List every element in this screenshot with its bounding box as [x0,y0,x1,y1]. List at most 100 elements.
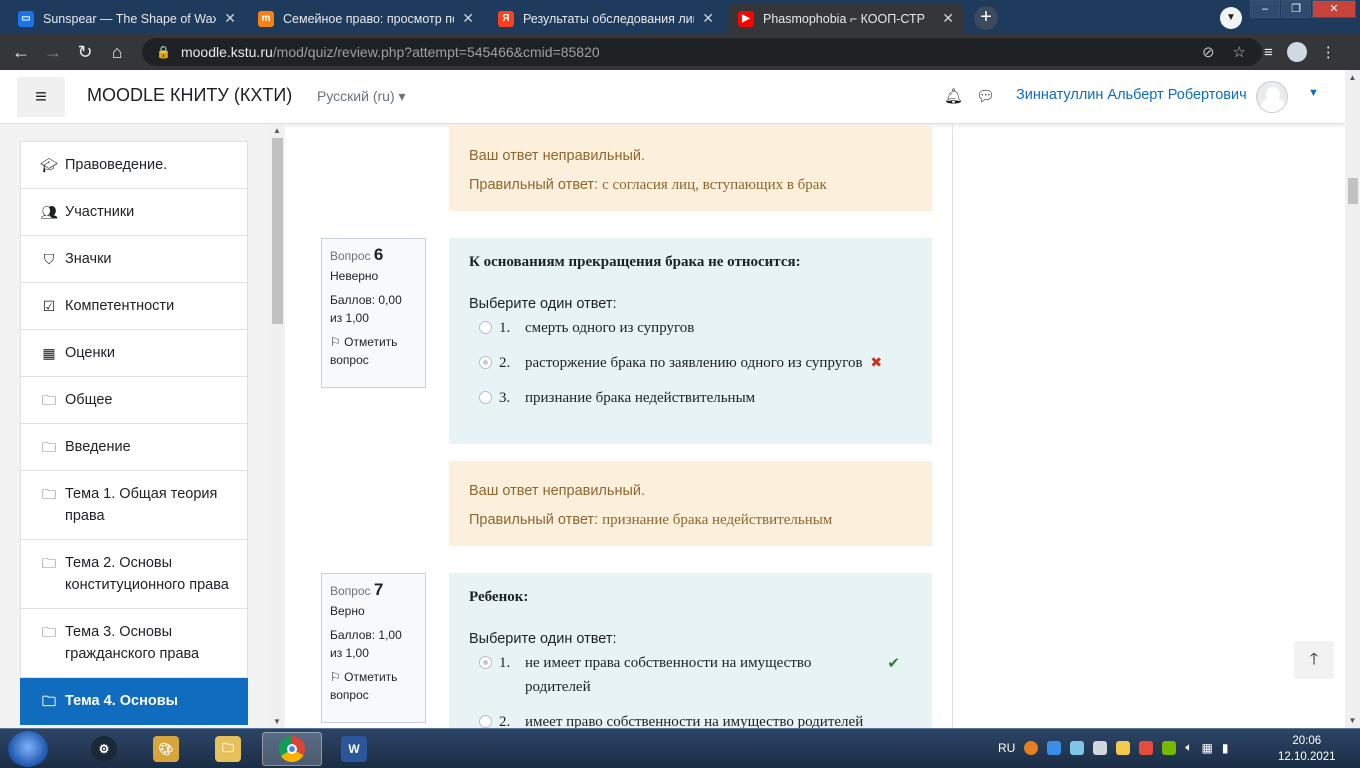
hamburger-menu-icon[interactable]: ≡ [17,77,65,117]
scroll-up-icon[interactable]: ▲ [270,126,284,135]
browser-tab-1[interactable]: ▭ Sunspear — The Shape of Wax ✕ [8,3,246,34]
close-tab-icon[interactable]: ✕ [462,10,474,27]
drawer-item-course[interactable]: 🎓︎ Правоведение. [20,141,248,189]
question-state: Верно [330,604,365,618]
language-menu[interactable]: Русский (ru) ▾ [317,88,406,105]
close-tab-icon[interactable]: ✕ [942,10,954,27]
drawer-item-topic-2[interactable]: 🗀 Тема 2. Основы конституционного права [20,540,248,609]
tray-app-icon[interactable] [1139,740,1154,755]
drawer-item-participants[interactable]: 👥︎ Участники [20,189,248,236]
question-label: Вопрос [330,584,371,598]
scroll-down-icon[interactable]: ▼ [1345,716,1360,725]
browser-tab-4[interactable]: ▶ Phasmophobia ⌐ КООП-СТР ✕ [728,3,964,34]
reload-icon[interactable]: ↻ [74,41,96,63]
back-icon[interactable]: ← [10,41,32,63]
chat-icon: ▭ [18,10,34,27]
playlist-icon[interactable]: ≡ [1264,44,1273,61]
answer-radio-selected[interactable] [479,656,492,669]
drawer-item-topic-3[interactable]: 🗀 Тема 3. Основы гражданского права [20,609,248,678]
explorer-taskbar-button[interactable]: 🗀 [198,732,258,766]
correct-answer-value: с согласия лиц, вступающих в брак [602,177,827,193]
word-taskbar-button[interactable]: W [324,732,384,766]
drawer-item-intro[interactable]: 🗀 Введение [20,424,248,471]
tab-search-icon[interactable]: ▼ [1220,7,1242,29]
answer-number: 2. [499,714,511,728]
page-scrollbar[interactable]: ▲ ▼ [1345,70,1360,728]
yandex-icon: Я [498,10,514,27]
browser-toolbar: ← → ↻ ⌂ 🔒 moodle.kstu.ru/mod/quiz/review… [0,34,1360,70]
drawer-scroll-thumb[interactable] [272,138,283,324]
menu-icon[interactable]: ⋮ [1321,43,1336,61]
user-menu-caret-icon[interactable]: ▼ [1308,87,1319,99]
network-icon[interactable]: ▦ [1202,741,1213,755]
start-button[interactable] [8,731,48,767]
eye-off-icon[interactable]: ⊘ [1202,43,1215,61]
flag-question-link[interactable]: ⚐ Отметить вопрос [330,668,417,704]
answer-radio[interactable] [479,321,492,334]
bookmark-star-icon[interactable]: ☆ [1233,43,1246,61]
answer-option[interactable]: 2. имеет право собственности на имуществ… [469,710,912,728]
nvidia-icon[interactable] [1162,740,1177,755]
chrome-taskbar-button[interactable] [262,732,322,766]
close-tab-icon[interactable]: ✕ [224,10,236,27]
tray-app-icon[interactable] [1070,740,1085,755]
tray-app-icon[interactable] [1116,740,1131,755]
browser-tab-2[interactable]: m Семейное право: просмотр поп ✕ [248,3,484,34]
user-avatar[interactable] [1256,81,1288,113]
drawer-scrollbar[interactable]: ▲ ▼ [270,124,284,728]
close-window-icon[interactable]: ✕ [1312,0,1356,18]
new-tab-button[interactable]: + [974,6,998,30]
drawer-item-competencies[interactable]: ☑ Компетентности [20,283,248,330]
steam-taskbar-button[interactable]: ⚙ [74,732,134,766]
paint-taskbar-button[interactable]: 🎨︎ [136,732,196,766]
drawer-item-label: Общее [65,392,113,408]
graduation-cap-icon: 🎓︎ [40,157,58,173]
tab-title: Sunspear — The Shape of Wax [43,11,217,26]
lock-icon[interactable]: 🔒 [156,45,171,59]
answer-text: признание брака недействительным [525,390,756,406]
answer-radio[interactable] [479,715,492,728]
tray-app-icon[interactable] [1047,740,1062,755]
page-scroll-thumb[interactable] [1348,178,1358,204]
back-to-top-button[interactable]: 🡑 [1294,641,1334,679]
bell-icon[interactable]: 🔔︎ [944,87,963,105]
answer-number: 1. [499,655,511,671]
drawer-item-label: Тема 1. Общая теория права [65,486,218,524]
drawer-item-label: Тема 4. Основы [65,693,179,709]
scroll-down-icon[interactable]: ▼ [270,717,284,726]
chat-bubble-icon[interactable]: 💬︎ [976,87,995,105]
language-label: Русский (ru) [317,88,395,104]
forward-icon[interactable]: → [42,41,64,63]
user-name[interactable]: Зиннатуллин Альберт Робертович [1016,87,1247,103]
answer-text: расторжение брака по заявлению одного из… [525,355,863,371]
minimize-icon[interactable]: – [1250,0,1280,18]
close-tab-icon[interactable]: ✕ [702,10,714,27]
drawer-item-topic-4[interactable]: 🗀 Тема 4. Основы [20,678,248,725]
battery-icon[interactable]: ▮ [1222,741,1229,755]
drawer-item-general[interactable]: 🗀 Общее [20,377,248,424]
nav-drawer: 🎓︎ Правоведение. 👥︎ Участники ⛉ Значки ☑ Ком… [0,124,285,728]
drawer-item-badges[interactable]: ⛉ Значки [20,236,248,283]
taskbar-clock[interactable]: 20:06 12.10.2021 [1278,733,1336,765]
language-indicator[interactable]: RU [998,741,1015,755]
profile-avatar[interactable] [1286,42,1307,62]
drawer-item-label: Компетентности [65,298,175,314]
address-bar[interactable]: 🔒 moodle.kstu.ru/mod/quiz/review.php?att… [142,38,1262,66]
drawer-item-grades[interactable]: ▦ Оценки [20,330,248,377]
maximize-icon[interactable]: ❐ [1281,0,1311,18]
answer-option[interactable]: 1. смерть одного из супругов [469,316,912,340]
volume-icon[interactable]: 🔈︎ [1185,740,1192,755]
browser-tab-3[interactable]: Я Результаты обследования лица, ✕ [488,3,724,34]
tray-app-icon[interactable] [1024,740,1039,755]
answer-option[interactable]: 1. не имеет права собственности на имуще… [469,651,912,699]
usb-icon[interactable] [1093,740,1108,755]
answer-radio[interactable] [479,391,492,404]
answer-option[interactable]: 3. признание брака недействительным [469,386,912,410]
flag-question-link[interactable]: ⚐ Отметить вопрос [330,333,417,369]
scroll-up-icon[interactable]: ▲ [1345,73,1360,82]
answer-option[interactable]: 2. расторжение брака по заявлению одного… [469,351,912,375]
answer-radio-selected[interactable] [479,356,492,369]
site-name[interactable]: MOODLE КНИТУ (КХТИ) [87,85,292,106]
drawer-item-topic-1[interactable]: 🗀 Тема 1. Общая теория права [20,471,248,540]
home-icon[interactable]: ⌂ [106,41,128,63]
